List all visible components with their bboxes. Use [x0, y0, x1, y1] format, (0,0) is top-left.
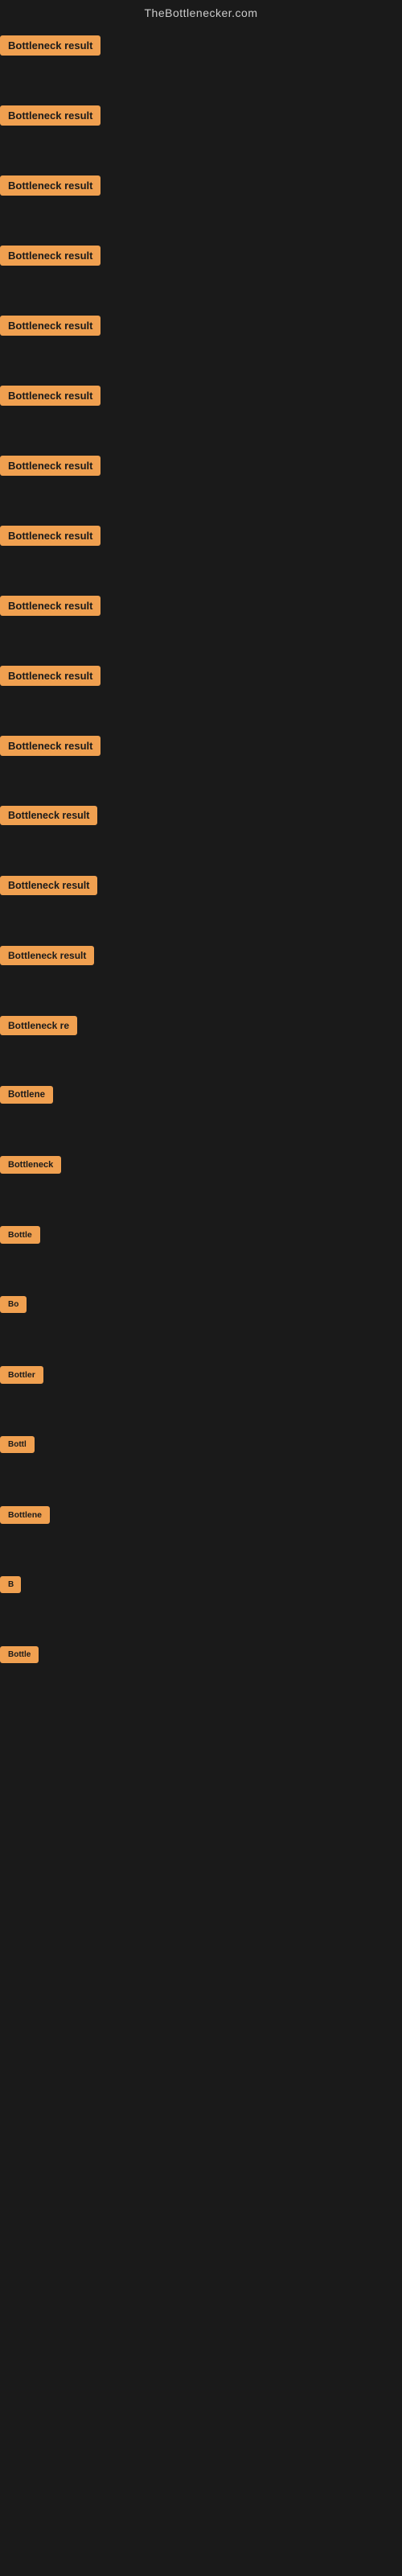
bottleneck-badge-17[interactable]: Bottleneck	[0, 1156, 61, 1174]
bottleneck-item-2: Bottleneck result	[0, 99, 402, 169]
bottleneck-item-21: Bottl	[0, 1430, 402, 1500]
bottleneck-badge-12[interactable]: Bottleneck result	[0, 806, 97, 825]
bottleneck-item-7: Bottleneck result	[0, 449, 402, 519]
bottleneck-item-6: Bottleneck result	[0, 379, 402, 449]
bottleneck-badge-18[interactable]: Bottle	[0, 1226, 40, 1244]
bottleneck-item-4: Bottleneck result	[0, 239, 402, 309]
bottleneck-badge-22[interactable]: Bottlene	[0, 1506, 50, 1524]
bottleneck-badge-4[interactable]: Bottleneck result	[0, 246, 100, 266]
bottleneck-badge-19[interactable]: Bo	[0, 1296, 27, 1313]
bottleneck-badge-8[interactable]: Bottleneck result	[0, 526, 100, 546]
bottleneck-badge-23[interactable]: B	[0, 1576, 21, 1593]
bottleneck-item-18: Bottle	[0, 1220, 402, 1290]
bottleneck-badge-24[interactable]: Bottle	[0, 1646, 39, 1663]
bottleneck-item-5: Bottleneck result	[0, 309, 402, 379]
bottleneck-item-1: Bottleneck result	[0, 29, 402, 99]
bottleneck-item-8: Bottleneck result	[0, 519, 402, 589]
bottleneck-item-15: Bottleneck re	[0, 1009, 402, 1080]
bottleneck-badge-2[interactable]: Bottleneck result	[0, 105, 100, 126]
bottleneck-item-16: Bottlene	[0, 1080, 402, 1150]
bottleneck-badge-15[interactable]: Bottleneck re	[0, 1016, 77, 1035]
bottleneck-badge-10[interactable]: Bottleneck result	[0, 666, 100, 686]
bottleneck-badge-7[interactable]: Bottleneck result	[0, 456, 100, 476]
bottleneck-item-20: Bottler	[0, 1360, 402, 1430]
bottleneck-badge-1[interactable]: Bottleneck result	[0, 35, 100, 56]
bottleneck-item-17: Bottleneck	[0, 1150, 402, 1220]
site-title: TheBottlenecker.com	[0, 0, 402, 29]
bottleneck-badge-3[interactable]: Bottleneck result	[0, 175, 100, 196]
bottleneck-item-11: Bottleneck result	[0, 729, 402, 799]
bottleneck-item-3: Bottleneck result	[0, 169, 402, 239]
bottleneck-item-14: Bottleneck result	[0, 939, 402, 1009]
bottleneck-badge-6[interactable]: Bottleneck result	[0, 386, 100, 406]
bottleneck-badge-21[interactable]: Bottl	[0, 1436, 35, 1453]
bottleneck-badge-14[interactable]: Bottleneck result	[0, 946, 94, 965]
items-container: Bottleneck result Bottleneck result Bottle…	[0, 29, 402, 1710]
bottleneck-item-13: Bottleneck result	[0, 869, 402, 939]
bottleneck-badge-13[interactable]: Bottleneck result	[0, 876, 97, 895]
bottleneck-item-10: Bottleneck result	[0, 659, 402, 729]
bottleneck-badge-16[interactable]: Bottlene	[0, 1086, 53, 1104]
bottleneck-badge-20[interactable]: Bottler	[0, 1366, 43, 1384]
bottleneck-item-24: Bottle	[0, 1640, 402, 1710]
bottleneck-item-22: Bottlene	[0, 1500, 402, 1570]
bottleneck-item-12: Bottleneck result	[0, 799, 402, 869]
bottleneck-badge-9[interactable]: Bottleneck result	[0, 596, 100, 616]
bottleneck-badge-5[interactable]: Bottleneck result	[0, 316, 100, 336]
bottleneck-item-9: Bottleneck result	[0, 589, 402, 659]
bottleneck-item-23: B	[0, 1570, 402, 1640]
bottleneck-badge-11[interactable]: Bottleneck result	[0, 736, 100, 756]
bottleneck-item-19: Bo	[0, 1290, 402, 1360]
